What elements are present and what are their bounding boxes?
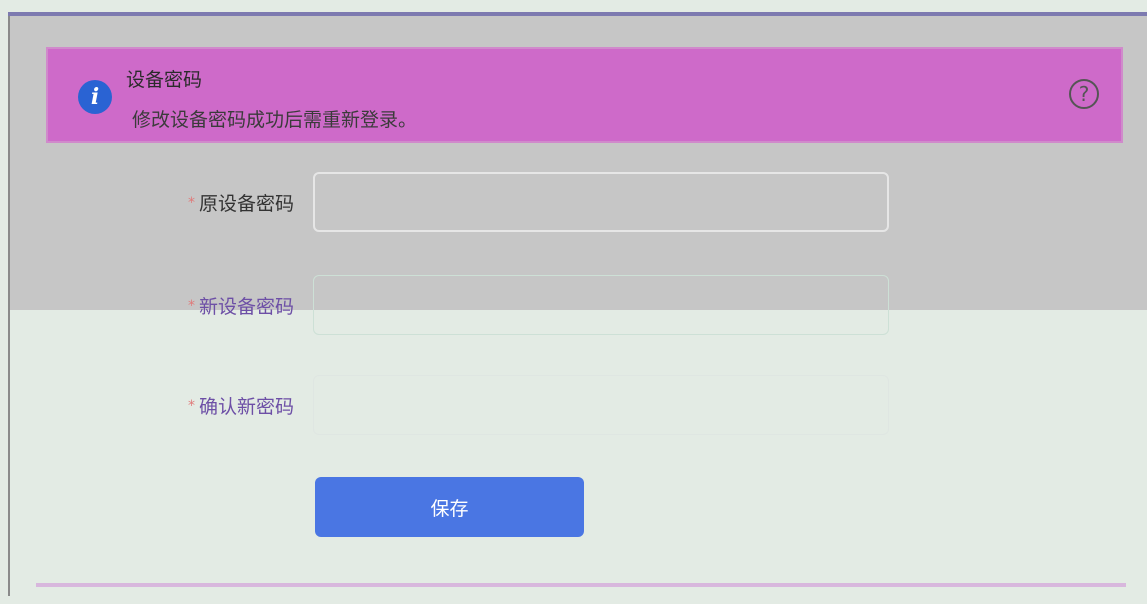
new-password-label: 新设备密码 — [198, 296, 294, 318]
device-password-page: i 设备密码 修改设备密码成功后需重新登录。 ? * 原设备密码 * 新设备密码 *… — [0, 0, 1147, 604]
banner-description: 修改设备密码成功后需重新登录。 — [132, 109, 418, 131]
confirm-password-label: 确认新密码 — [198, 396, 294, 418]
field-label: * 确认新密码 — [188, 392, 294, 419]
field-old-password: * 原设备密码 — [0, 172, 1147, 232]
required-mark: * — [187, 298, 195, 314]
new-password-input[interactable] — [313, 275, 889, 335]
top-divider — [8, 12, 1147, 16]
banner-title: 设备密码 — [126, 69, 203, 91]
required-mark: * — [187, 195, 195, 211]
required-mark: * — [187, 398, 195, 414]
field-label: * 新设备密码 — [188, 292, 294, 319]
info-banner: i 设备密码 修改设备密码成功后需重新登录。 ? — [46, 47, 1123, 143]
field-new-password: * 新设备密码 — [0, 275, 1147, 335]
old-password-input[interactable] — [313, 172, 889, 232]
field-confirm-password: * 确认新密码 — [0, 375, 1147, 435]
save-button[interactable]: 保存 — [315, 477, 584, 537]
bottom-divider — [36, 583, 1126, 587]
info-icon: i — [78, 80, 112, 114]
field-label: * 原设备密码 — [188, 189, 294, 216]
old-password-label: 原设备密码 — [198, 193, 294, 215]
question-circle-icon[interactable]: ? — [1069, 79, 1099, 109]
confirm-password-input[interactable] — [313, 375, 889, 435]
